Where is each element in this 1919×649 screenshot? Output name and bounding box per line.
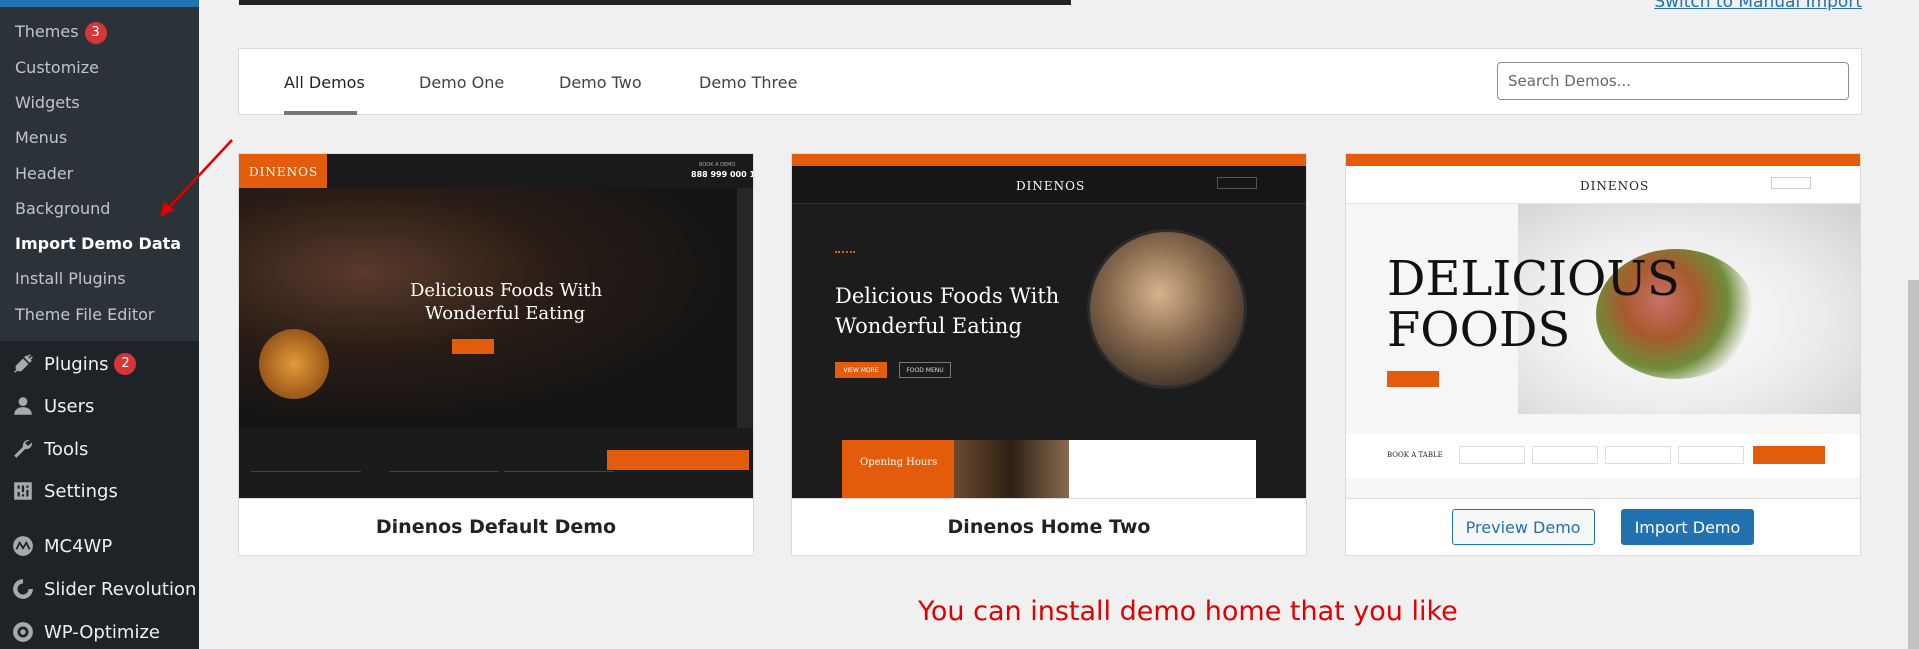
users-icon	[12, 395, 34, 417]
slider-revolution-icon	[12, 578, 34, 600]
demo-thumbnail[interactable]: DINENOS DELICIOUS FOODS BOOK A TABLE	[1346, 154, 1860, 498]
submenu-item-theme-file-editor[interactable]: Theme File Editor	[15, 305, 154, 324]
wrench-icon	[12, 438, 34, 460]
preview-headline-2: Wonderful Eating	[425, 303, 586, 324]
demo-card-footer: Preview Demo Import Demo	[1346, 498, 1860, 555]
preview-book-label: BOOK A DEMO	[699, 162, 736, 168]
demo-title: Dinenos Home Two	[947, 516, 1151, 538]
admin-sidebar: Themes 3 Customize Widgets Menus Header B…	[0, 0, 199, 649]
search-demos-input[interactable]	[1497, 62, 1849, 100]
preview-headline-2: FOODS	[1387, 302, 1571, 358]
preview-logo: DINENOS	[1580, 179, 1650, 193]
demo-thumbnail[interactable]: DINENOS Delicious Foods With Wonderful E…	[792, 154, 1306, 498]
annotation-note: You can install demo home that you like	[918, 596, 1458, 627]
preview-food-menu-button: FOOD MENU	[899, 362, 951, 378]
submenu-item-background[interactable]: Background	[15, 199, 110, 218]
preview-topbar	[792, 154, 1306, 166]
plugins-update-badge: 2	[114, 353, 137, 375]
preview-headline-2: Wonderful Eating	[835, 314, 1022, 338]
page-scrollbar[interactable]	[1908, 280, 1919, 649]
preview-headline-1: Delicious Foods With	[410, 280, 603, 301]
preview-hero-photo	[1087, 229, 1247, 389]
menu-item-settings[interactable]: Settings	[12, 476, 118, 506]
wp-optimize-icon	[12, 621, 34, 643]
menu-item-slider-revolution[interactable]: Slider Revolution	[12, 574, 196, 604]
themes-update-badge: 3	[84, 22, 107, 44]
preview-booking-field	[1605, 446, 1671, 464]
preview-headline-1: DELICIOUS	[1387, 251, 1680, 307]
submenu-item-install-plugins[interactable]: Install Plugins	[15, 269, 126, 288]
submenu-item-customize[interactable]: Customize	[15, 58, 99, 77]
preview-demo-button[interactable]: Preview Demo	[1451, 509, 1595, 545]
active-tab-indicator	[284, 111, 357, 115]
menu-item-users[interactable]: Users	[12, 391, 94, 421]
preview-logo: DINENOS	[1016, 179, 1086, 193]
preview-find-table	[1771, 177, 1811, 189]
demo-thumbnail[interactable]: DINENOS BOOK A DEMO 888 999 000 11 Delic…	[239, 154, 753, 498]
tab-all-demos[interactable]: All Demos	[284, 73, 365, 92]
annotation-arrow-icon	[160, 139, 233, 217]
preview-booking-field	[251, 458, 361, 472]
active-menu-indicator	[0, 0, 199, 7]
preview-orange-fruit	[259, 329, 329, 399]
preview-booking-field	[1532, 446, 1598, 464]
demo-title: Dinenos Default Demo	[375, 516, 617, 538]
menu-item-wp-optimize[interactable]: WP-Optimize	[12, 617, 160, 647]
settings-icon	[12, 480, 34, 502]
preview-reservation-button	[607, 450, 749, 470]
menu-item-plugins[interactable]: Plugins 2	[12, 349, 137, 379]
preview-accent-dots	[835, 251, 855, 254]
preview-opening-hours: Opening Hours	[860, 457, 938, 468]
preview-booking-field	[504, 458, 614, 472]
demo-card-three[interactable]: DINENOS DELICIOUS FOODS BOOK A TABLE Pre…	[1345, 153, 1861, 556]
preview-logo: DINENOS	[249, 165, 319, 179]
submenu-item-themes[interactable]: Themes 3	[15, 22, 107, 44]
preview-book-table-button	[1753, 446, 1825, 464]
preview-booking-field	[1678, 446, 1744, 464]
preview-headline-1: Delicious Foods With	[835, 284, 1060, 308]
preview-find-table	[1217, 177, 1257, 189]
submenu-item-import-demo-data[interactable]: Import Demo Data	[15, 234, 181, 253]
preview-side-rail	[737, 188, 753, 428]
preview-cta-button	[452, 339, 494, 354]
preview-book-table: BOOK A TABLE	[1387, 451, 1443, 459]
import-demo-button[interactable]: Import Demo	[1620, 509, 1755, 545]
previous-section-preview	[239, 0, 1071, 5]
demo-card-footer: Dinenos Default Demo	[239, 498, 753, 555]
menu-item-tools[interactable]: Tools	[12, 434, 88, 464]
preview-white-panel	[1069, 440, 1256, 498]
submenu-item-header[interactable]: Header	[15, 164, 73, 183]
preview-view-more-button: VIEW MORE	[835, 362, 887, 378]
demo-card-default[interactable]: DINENOS BOOK A DEMO 888 999 000 11 Delic…	[238, 153, 754, 556]
preview-topbar	[1346, 154, 1860, 166]
preview-view-more-button	[1387, 371, 1439, 387]
preview-booking-field	[389, 458, 499, 472]
switch-to-manual-import-link[interactable]: Switch to Manual Import	[1654, 0, 1862, 12]
preview-interior-photo	[954, 440, 1069, 498]
submenu-item-menus[interactable]: Menus	[15, 128, 67, 147]
demo-card-home-two[interactable]: DINENOS Delicious Foods With Wonderful E…	[791, 153, 1307, 556]
menu-item-mc4wp[interactable]: MC4WP	[12, 531, 112, 561]
mc4wp-icon	[12, 535, 34, 557]
plugin-icon	[12, 353, 34, 375]
tab-demo-one[interactable]: Demo One	[419, 73, 504, 92]
tab-demo-three[interactable]: Demo Three	[699, 73, 797, 92]
preview-booking-field	[1459, 446, 1525, 464]
submenu-item-widgets[interactable]: Widgets	[15, 93, 80, 112]
preview-opening-hours-block	[842, 440, 954, 498]
preview-phone: 888 999 000 11	[691, 170, 753, 179]
demo-card-footer: Dinenos Home Two	[792, 498, 1306, 555]
tab-demo-two[interactable]: Demo Two	[559, 73, 642, 92]
demo-filter-bar: All Demos Demo One Demo Two Demo Three	[238, 48, 1862, 115]
